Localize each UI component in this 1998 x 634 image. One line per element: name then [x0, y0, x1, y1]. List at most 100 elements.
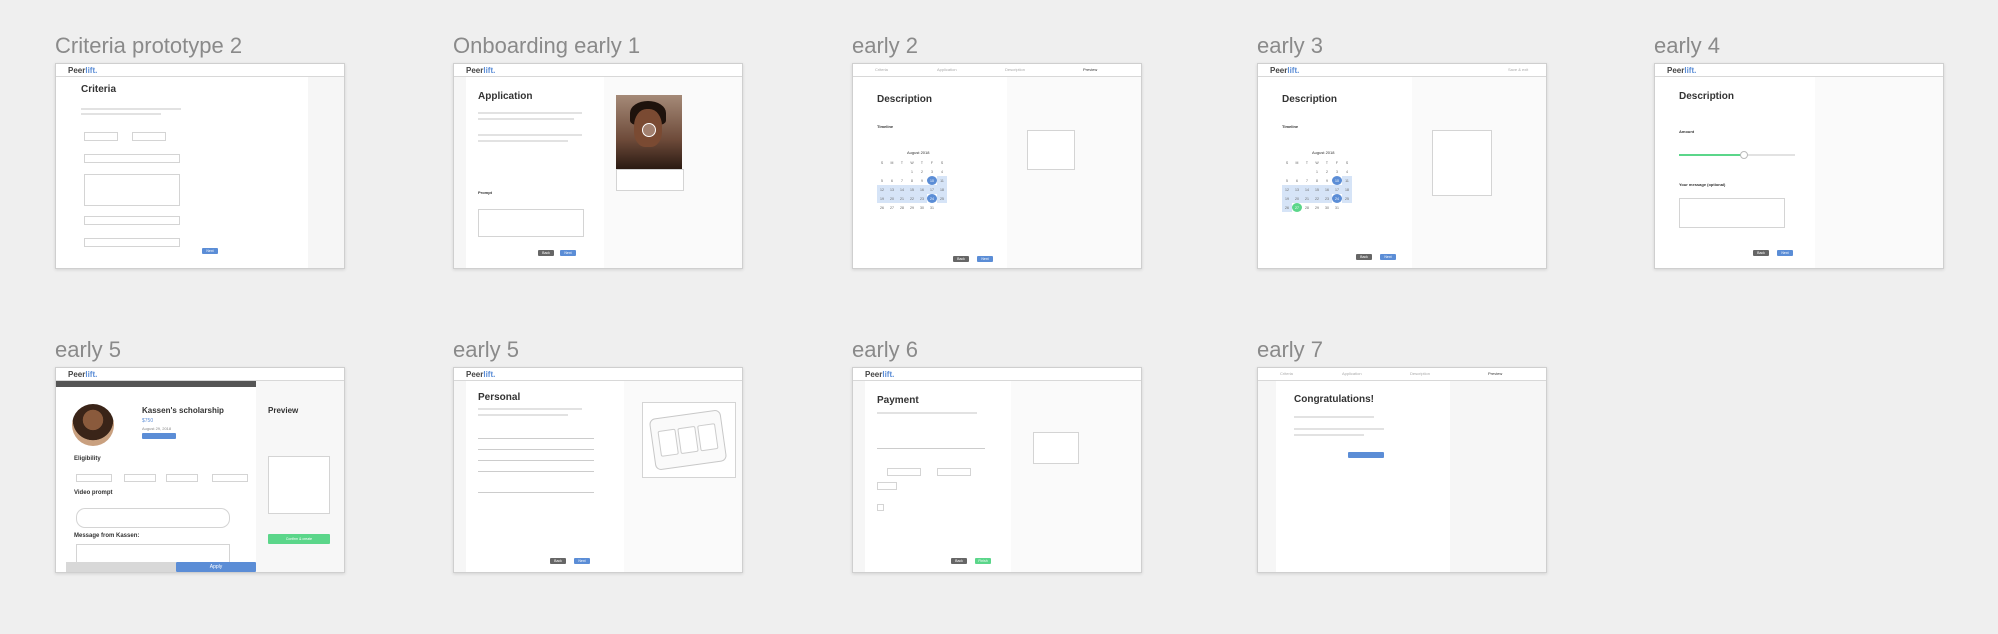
back-button[interactable]: Back [1356, 254, 1372, 260]
artboard-title[interactable]: early 5 [55, 337, 121, 363]
view-scholarship-button[interactable] [1348, 452, 1384, 458]
criteria-select[interactable] [84, 238, 180, 247]
next-button[interactable]: Next [202, 248, 218, 254]
calendar-grid[interactable]: SMTWTFS 1234 5 6 7 8 9 10 11 12 13 14 15 16 17 18 19… [877, 158, 947, 212]
artboard-frame: Peerlift. Criteria Next [55, 63, 345, 269]
play-icon[interactable] [642, 123, 656, 137]
first-name-field[interactable] [478, 438, 594, 439]
calendar-month: August 2018 [907, 150, 930, 155]
next-button[interactable]: Next [977, 256, 993, 262]
description-text [478, 140, 568, 142]
right-panel [1815, 77, 1943, 268]
calendar-month: August 2018 [1312, 150, 1335, 155]
artboard-title[interactable]: Onboarding early 1 [453, 33, 640, 59]
page-heading: Description [1282, 94, 1338, 105]
favorite-button[interactable] [142, 433, 176, 439]
google-signin-field[interactable] [478, 492, 594, 493]
back-button[interactable]: Back [1753, 250, 1769, 256]
tab-description[interactable]: Description [1005, 67, 1025, 72]
expiry-month-select[interactable] [887, 468, 921, 476]
device-illustration [648, 409, 728, 471]
right-panel [1007, 77, 1141, 268]
artboard-title[interactable]: early 7 [1257, 337, 1323, 363]
step-tabs: Criteria Application Description Preview [853, 64, 1141, 77]
tip-card [1027, 130, 1075, 170]
slider-handle[interactable] [1740, 151, 1748, 159]
preview-banner [56, 381, 256, 387]
page-heading: Description [1679, 91, 1735, 102]
password-field[interactable] [478, 471, 594, 472]
tab-preview[interactable]: Preview [1488, 371, 1502, 376]
criteria-field[interactable] [84, 154, 180, 163]
back-button[interactable]: Back [550, 558, 566, 564]
eligibility-label: Eligibility [74, 456, 101, 462]
description-text [478, 134, 582, 136]
page-heading: Congratulations! [1294, 394, 1374, 405]
peerlift-logo: Peerlift. [466, 66, 496, 75]
back-button[interactable]: Back [538, 250, 554, 256]
tab-application[interactable]: Application [937, 67, 957, 72]
confirm-create-button[interactable]: Confirm & create [268, 534, 330, 544]
peerlift-logo: Peerlift. [68, 66, 98, 75]
page-heading: Personal [478, 392, 521, 403]
criteria-dropdown[interactable] [84, 174, 180, 206]
app-header: Peerlift. [56, 368, 344, 381]
remember-checkbox[interactable] [877, 504, 884, 511]
next-button[interactable]: Next [1777, 250, 1793, 256]
artboard-frame: Peerlift. Personal Back Next [453, 367, 743, 573]
expiry-year-select[interactable] [937, 468, 971, 476]
artboard-title[interactable]: early 3 [1257, 33, 1323, 59]
eligibility-chip [212, 474, 248, 482]
tab-description[interactable]: Description [1410, 371, 1430, 376]
email-field[interactable] [478, 460, 594, 461]
last-name-field[interactable] [478, 449, 594, 450]
page-heading: Application [478, 91, 533, 102]
next-button[interactable]: Next [560, 250, 576, 256]
artboard-title[interactable]: early 6 [852, 337, 918, 363]
applicant-video-photo[interactable] [616, 95, 682, 169]
app-header: Peerlift. [1655, 64, 1943, 77]
save-exit-link[interactable]: Save & exit [1508, 67, 1528, 72]
page-heading: Description [877, 94, 933, 105]
tab-criteria[interactable]: Criteria [1280, 371, 1293, 376]
calendar-grid[interactable]: SMTWTFS 1234 5 6 7 8 9 10 11 12 13 14 15 16 17 18 19… [1282, 158, 1352, 212]
scholarship-date: August 29, 2018 [142, 426, 172, 431]
artboard-title[interactable]: Criteria prototype 2 [55, 33, 242, 59]
step-tabs: Criteria Application Description Preview [1258, 368, 1546, 381]
scholarship-title: Kassen's scholarship [142, 406, 224, 415]
peerlift-logo: Peerlift. [466, 370, 496, 379]
apply-button[interactable]: Apply [176, 562, 256, 572]
description-text [877, 412, 977, 414]
left-gutter [1258, 381, 1276, 572]
prompt-input[interactable] [478, 209, 584, 237]
back-button[interactable]: Back [951, 558, 967, 564]
message-input[interactable] [1679, 198, 1785, 228]
description-text [478, 408, 582, 410]
artboard-title[interactable]: early 5 [453, 337, 519, 363]
eligibility-chip [76, 474, 112, 482]
app-header: Peerlift. [454, 64, 742, 77]
next-button[interactable]: Next [574, 558, 590, 564]
next-button[interactable]: Next [1380, 254, 1396, 260]
artboard-title[interactable]: early 2 [852, 33, 918, 59]
amount-label: Amount [1679, 129, 1695, 134]
amount-slider[interactable] [1679, 151, 1795, 159]
finish-button[interactable]: Finish [975, 558, 991, 564]
eligibility-chip [166, 474, 198, 482]
tab-preview[interactable]: Preview [1083, 67, 1097, 72]
cardholder-field[interactable] [877, 448, 985, 449]
tab-application[interactable]: Application [1342, 371, 1362, 376]
criteria-select[interactable] [84, 216, 180, 225]
cvv-field[interactable] [877, 482, 897, 490]
artboard-frame: Peerlift. Application Prompt Back Next [453, 63, 743, 269]
option-chip[interactable] [84, 132, 118, 141]
back-button[interactable]: Back [953, 256, 969, 262]
tip-card [1033, 432, 1079, 464]
artboard-title[interactable]: early 4 [1654, 33, 1720, 59]
option-chip[interactable] [132, 132, 166, 141]
slider-fill [1679, 154, 1743, 156]
tab-criteria[interactable]: Criteria [875, 67, 888, 72]
payment-summary [268, 456, 330, 514]
video-prompt-box [76, 508, 230, 528]
artboard-frame: Criteria Application Description Preview… [852, 63, 1142, 269]
